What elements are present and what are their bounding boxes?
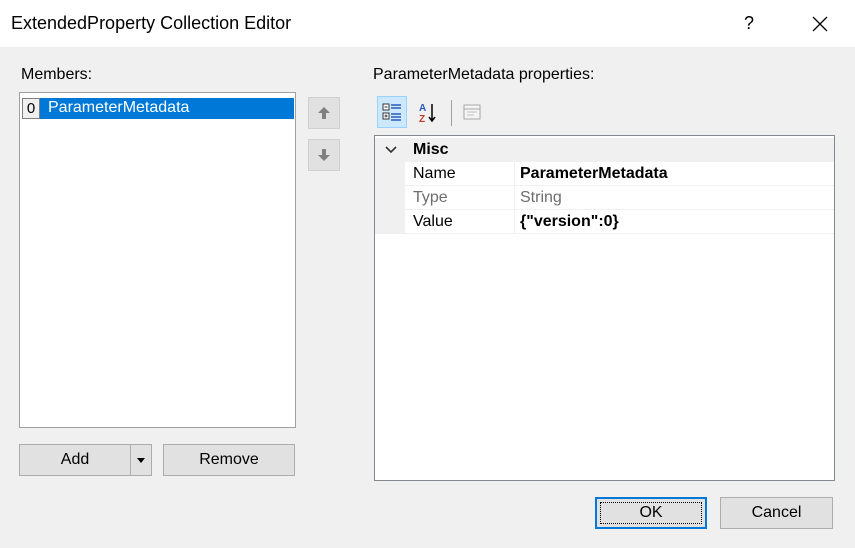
arrow-down-icon [318, 149, 330, 161]
property-name: Type [413, 189, 448, 206]
chevron-down-icon [137, 457, 145, 463]
list-item-label: ParameterMetadata [48, 99, 190, 116]
properties-label: ParameterMetadata properties: [373, 66, 595, 83]
list-item-index: 0 [22, 98, 40, 119]
help-button[interactable]: ? [722, 0, 776, 47]
property-value[interactable]: ParameterMetadata [520, 165, 668, 183]
remove-button[interactable]: Remove [163, 444, 295, 476]
property-pages-button[interactable] [457, 96, 487, 128]
property-name: Name [413, 165, 456, 182]
categorized-icon [382, 103, 401, 121]
property-row-name[interactable]: Name ParameterMetadata [375, 162, 834, 186]
title-bar: ExtendedProperty Collection Editor ? [0, 0, 855, 47]
close-button[interactable] [793, 0, 847, 47]
ok-button[interactable]: OK [595, 497, 707, 529]
category-label: Misc [413, 141, 449, 158]
property-pages-icon [463, 104, 481, 120]
window-title: ExtendedProperty Collection Editor [11, 13, 292, 33]
property-grid[interactable]: Misc Name ParameterMetadata Type String … [374, 135, 835, 481]
categorized-button[interactable] [377, 96, 407, 128]
members-label: Members: [21, 66, 93, 83]
add-button[interactable]: Add [19, 444, 131, 476]
property-row-value[interactable]: Value {"version":0} [375, 210, 834, 234]
property-row-type[interactable]: Type String [375, 186, 834, 210]
list-item[interactable]: 0 ParameterMetadata [22, 98, 294, 119]
sort-alphabetical-icon: A Z [419, 103, 436, 123]
chevron-down-icon [385, 146, 397, 154]
close-icon [812, 16, 828, 31]
move-down-button[interactable] [308, 139, 340, 171]
category-misc[interactable]: Misc [375, 138, 834, 162]
move-up-button[interactable] [308, 97, 340, 129]
toolbar-separator [451, 100, 452, 126]
property-name: Value [413, 213, 453, 230]
svg-text:Z: Z [419, 114, 425, 123]
svg-text:A: A [419, 103, 426, 114]
property-value: String [520, 189, 562, 206]
cancel-button[interactable]: Cancel [720, 497, 833, 529]
members-listbox[interactable]: 0 ParameterMetadata [19, 92, 296, 428]
alphabetical-button[interactable]: A Z [413, 96, 443, 128]
add-dropdown-button[interactable] [130, 444, 152, 476]
property-value[interactable]: {"version":0} [520, 213, 619, 231]
focus-rectangle [600, 502, 702, 524]
arrow-up-icon [318, 107, 330, 119]
